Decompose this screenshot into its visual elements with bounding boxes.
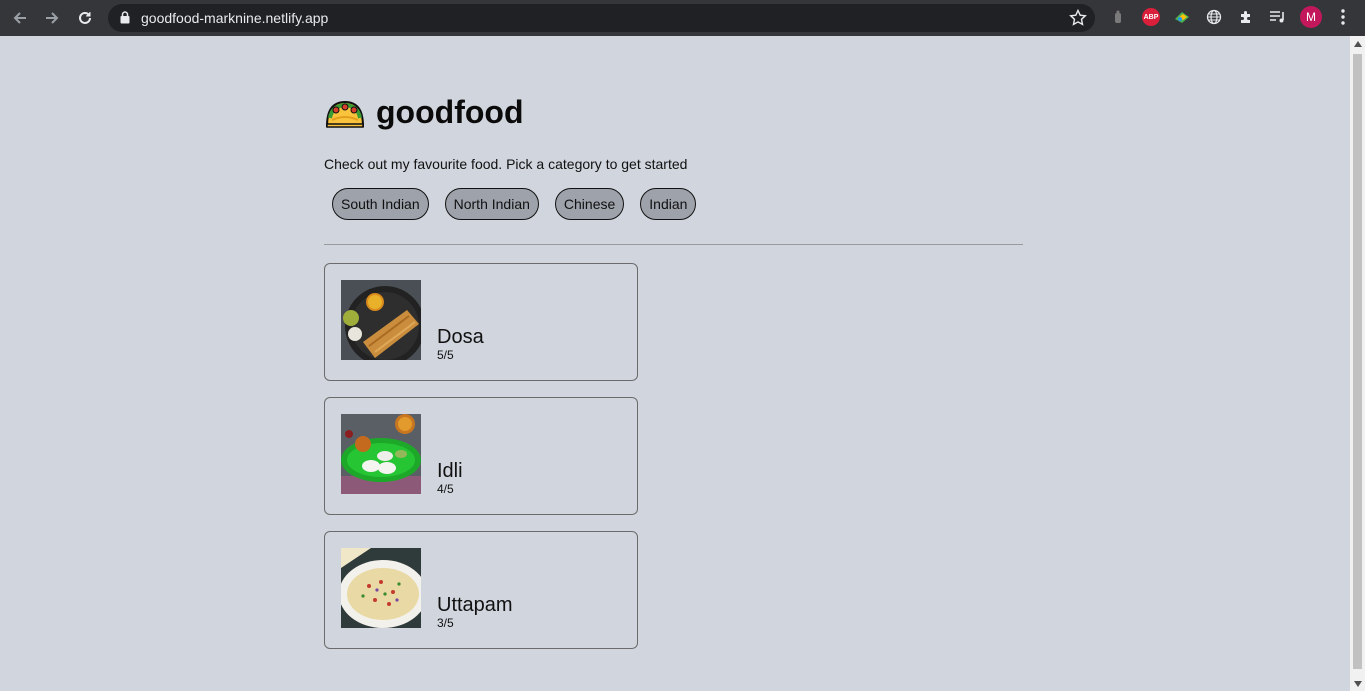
- idli-image: [341, 414, 421, 494]
- lock-icon: [120, 11, 130, 24]
- chrome-menu-button[interactable]: [1333, 7, 1353, 27]
- profile-avatar-button[interactable]: M: [1299, 6, 1323, 28]
- intro-text: Check out my favourite food. Pick a cate…: [324, 156, 688, 172]
- forward-button[interactable]: [40, 6, 64, 30]
- media-control-icon[interactable]: [1268, 7, 1288, 27]
- header: goodfood: [324, 94, 523, 131]
- food-name: Idli: [437, 460, 463, 482]
- back-arrow-icon: [13, 12, 26, 24]
- dosa-image: [341, 280, 421, 360]
- page-title: goodfood: [376, 94, 524, 130]
- url-text: goodfood-marknine.netlify.app: [141, 10, 329, 26]
- bookmark-star-icon[interactable]: [1069, 9, 1087, 27]
- food-name: Uttapam: [437, 594, 513, 616]
- reload-button[interactable]: [73, 6, 97, 30]
- scrollbar-thumb[interactable]: [1353, 54, 1362, 669]
- food-list: Dosa 5/5 Idli 4/5 Uttapam 3/5: [324, 263, 638, 665]
- reload-icon: [79, 11, 91, 24]
- vertical-scrollbar[interactable]: [1350, 36, 1365, 691]
- adblock-icon: ABP: [1142, 8, 1160, 26]
- uttapam-image: [341, 548, 421, 628]
- colorful-extension-icon[interactable]: [1172, 7, 1192, 27]
- food-rating: 5/5: [437, 348, 454, 362]
- scroll-down-arrow-icon[interactable]: [1353, 679, 1362, 688]
- address-bar[interactable]: goodfood-marknine.netlify.app: [108, 4, 1095, 32]
- category-buttons: South Indian North Indian Chinese Indian: [332, 188, 697, 220]
- extensions-puzzle-icon[interactable]: [1236, 7, 1256, 27]
- scroll-up-arrow-icon[interactable]: [1353, 39, 1362, 48]
- category-button-north-indian[interactable]: North Indian: [444, 188, 539, 220]
- forward-arrow-icon: [46, 12, 59, 24]
- category-button-south-indian[interactable]: South Indian: [332, 188, 429, 220]
- divider: [324, 244, 1023, 245]
- food-card: Dosa 5/5: [324, 263, 638, 381]
- globe-icon[interactable]: [1204, 7, 1224, 27]
- avatar: M: [1300, 6, 1322, 28]
- extension-puzzle-small-icon[interactable]: [1108, 7, 1128, 27]
- category-button-chinese[interactable]: Chinese: [554, 188, 625, 220]
- browser-toolbar: goodfood-marknine.netlify.app ABP M: [0, 0, 1365, 36]
- food-name: Dosa: [437, 326, 484, 348]
- food-card: Uttapam 3/5: [324, 531, 638, 649]
- kebab-menu-icon: [1341, 9, 1345, 25]
- food-card: Idli 4/5: [324, 397, 638, 515]
- food-rating: 4/5: [437, 482, 454, 496]
- back-button[interactable]: [8, 6, 32, 30]
- food-rating: 3/5: [437, 616, 454, 630]
- category-button-indian[interactable]: Indian: [640, 188, 697, 220]
- adblock-extension-button[interactable]: ABP: [1141, 7, 1161, 27]
- taco-icon: [325, 100, 365, 128]
